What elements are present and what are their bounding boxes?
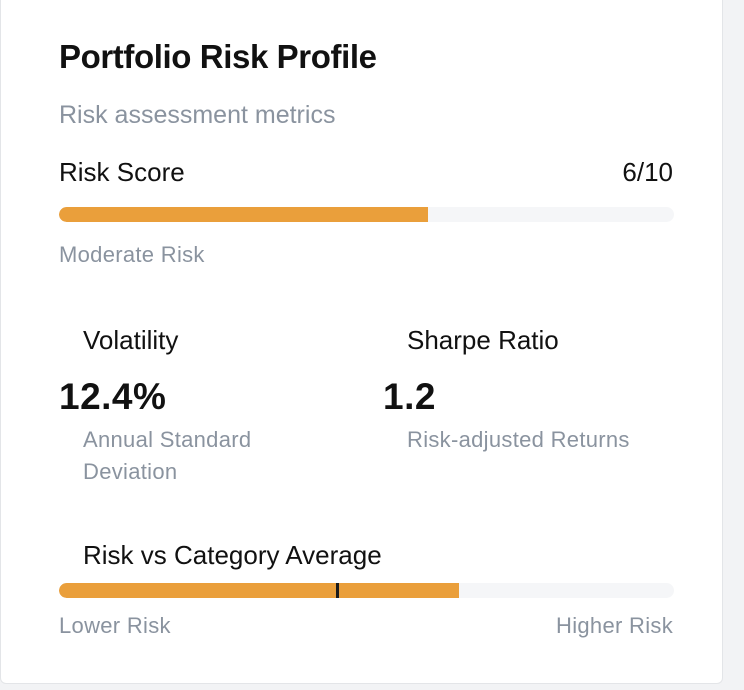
sharpe-ratio-description: Risk-adjusted Returns <box>407 427 630 452</box>
sharpe-ratio-label: Sharpe Ratio <box>407 325 559 355</box>
sharpe-ratio-metric: Sharpe Ratio 1.2 Risk-adjusted Returns <box>383 325 637 456</box>
risk-score-value: 6/10 <box>622 157 673 187</box>
sharpe-ratio-value: 1.2 <box>383 376 436 417</box>
lower-risk-label: Lower Risk <box>59 613 171 638</box>
category-average-marker <box>335 583 339 598</box>
risk-profile-card: Portfolio Risk Profile Risk assessment m… <box>0 0 723 684</box>
risk-level-text: Moderate Risk <box>59 242 205 267</box>
card-subtitle: Risk assessment metrics <box>59 101 336 129</box>
category-comparison-bar-fill <box>59 583 459 598</box>
volatility-description: Annual Standard Deviation <box>83 427 252 484</box>
risk-score-bar-fill <box>59 207 428 222</box>
volatility-value: 12.4% <box>59 376 167 417</box>
higher-risk-label: Higher Risk <box>556 613 673 638</box>
volatility-label: Volatility <box>83 325 179 355</box>
risk-score-label: Risk Score <box>59 157 185 187</box>
card-title: Portfolio Risk Profile <box>59 38 377 75</box>
risk-score-bar <box>59 207 674 222</box>
volatility-metric: Volatility 12.4% Annual Standard Deviati… <box>59 325 313 488</box>
category-comparison-bar <box>59 583 674 598</box>
category-comparison-label: Risk vs Category Average <box>83 540 382 570</box>
